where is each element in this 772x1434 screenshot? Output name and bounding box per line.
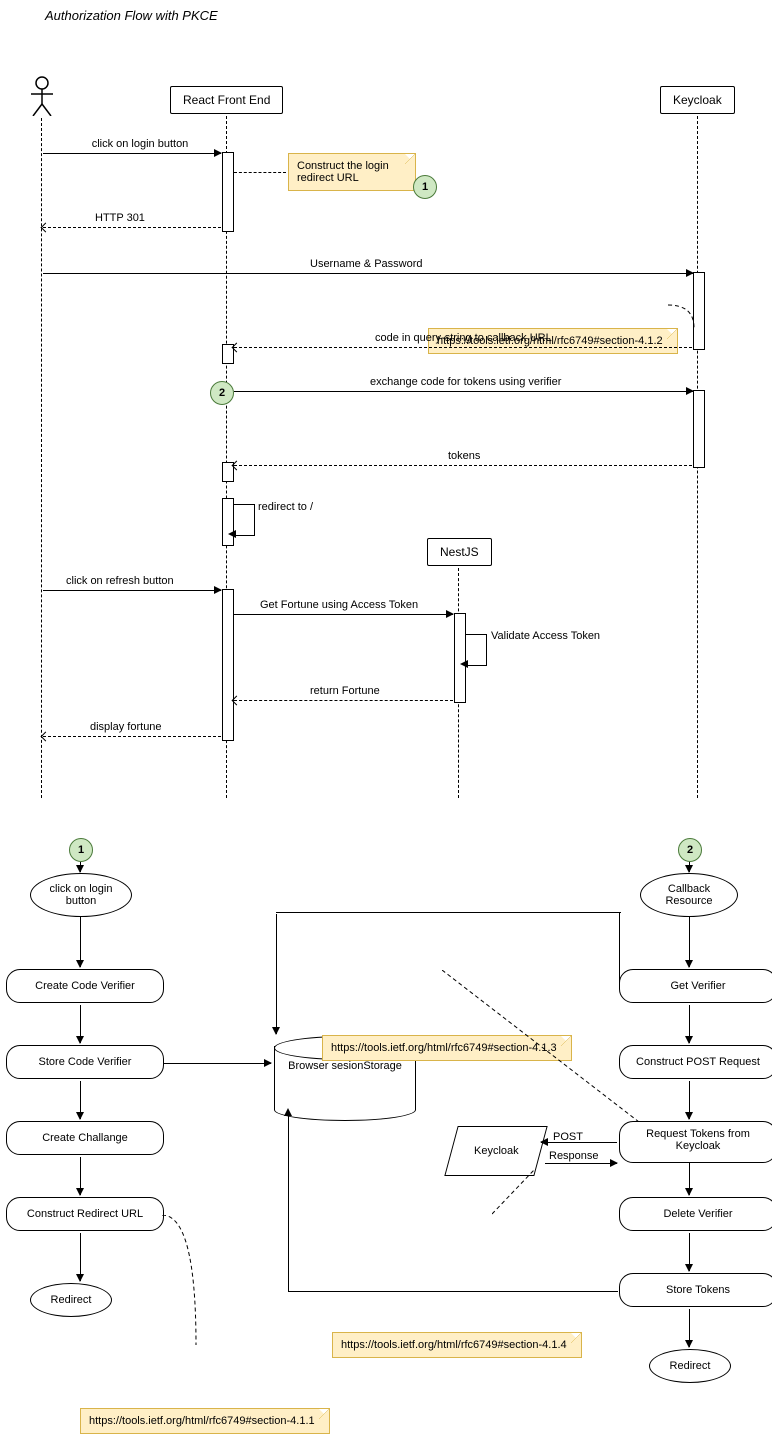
msg-exchange: exchange code for tokens using verifier [370,376,561,388]
exec-react-refresh [222,589,234,741]
flow-left-n3: Create Challange [6,1121,164,1155]
msg-redirect-root: redirect to / [258,501,313,513]
flow-right-n2: Construct POST Request [619,1045,772,1079]
exec-kc-2 [693,390,705,468]
flow-left-start: click on login button [30,873,132,917]
flow-left-n1: Create Code Verifier [6,969,164,1003]
flow-left-end: Redirect [30,1283,112,1317]
keycloak-external: Keycloak [444,1126,547,1176]
flow-left-n2: Store Code Verifier [6,1045,164,1079]
arrow [234,614,453,615]
flow-left-n4: Construct Redirect URL [6,1197,164,1231]
actor-icon [31,76,53,116]
participant-nestjs: NestJS [427,538,492,566]
dash-left-note [162,1215,242,1355]
msg-userpass: Username & Password [310,258,423,270]
badge-1: 1 [413,175,437,199]
arrow [43,736,221,737]
arrow [234,465,692,466]
dash-414 [492,1170,552,1220]
msg-validate: Validate Access Token [491,630,600,642]
arrow-to-storage [163,1063,271,1064]
msg-code-callback: code in query-string to callback URL [375,332,552,344]
msg-display-fortune: display fortune [90,721,162,733]
arrow-post [541,1142,617,1143]
arrow [234,391,693,392]
self-arrowhead-validate [460,660,468,668]
arrow [234,700,453,701]
arrow [234,347,692,348]
flow-right-n3: Request Tokens from Keycloak [619,1121,772,1163]
self-arrow-validate [466,634,487,666]
note-rfc411: https://tools.ietf.org/html/rfc6749#sect… [80,1408,330,1434]
msg-click-refresh: click on refresh button [66,575,174,587]
msg-tokens: tokens [448,450,480,462]
msg-get-fortune: Get Fortune using Access Token [260,599,418,611]
msg-http301: HTTP 301 [95,212,145,224]
self-arrowhead [228,530,236,538]
arrow [43,273,693,274]
flow-right-n4: Delete Verifier [619,1197,772,1231]
diagram-canvas: Authorization Flow with PKCE React Front… [0,0,772,1392]
msg-click-login: click on login button [60,138,220,150]
note-construct-login: Construct the login redirect URL [288,153,416,191]
lifeline-actor [41,118,42,798]
exec-react-1 [222,152,234,232]
flow-right-start: Callback Resource [640,873,738,917]
page-title: Authorization Flow with PKCE [45,8,218,23]
msg-response: Response [549,1150,599,1162]
dash-curve [668,300,700,330]
dash-to-note [234,172,286,173]
badge-2: 2 [210,381,234,405]
msg-return-fortune: return Fortune [310,685,380,697]
flow-badge-1: 1 [69,838,93,862]
arrow [43,153,221,154]
exec-nest [454,613,466,703]
participant-react: React Front End [170,86,283,114]
flow-right-end: Redirect [649,1349,731,1383]
arrow-response [545,1163,617,1164]
participant-keycloak: Keycloak [660,86,735,114]
flow-right-n5: Store Tokens [619,1273,772,1307]
flow-badge-2: 2 [678,838,702,862]
note-rfc414: https://tools.ietf.org/html/rfc6749#sect… [332,1332,582,1358]
arrow [43,227,221,228]
exec-react-redir [222,498,234,546]
self-arrow-box [234,504,255,536]
flow-right-n1: Get Verifier [619,969,772,1003]
arrow [43,590,221,591]
